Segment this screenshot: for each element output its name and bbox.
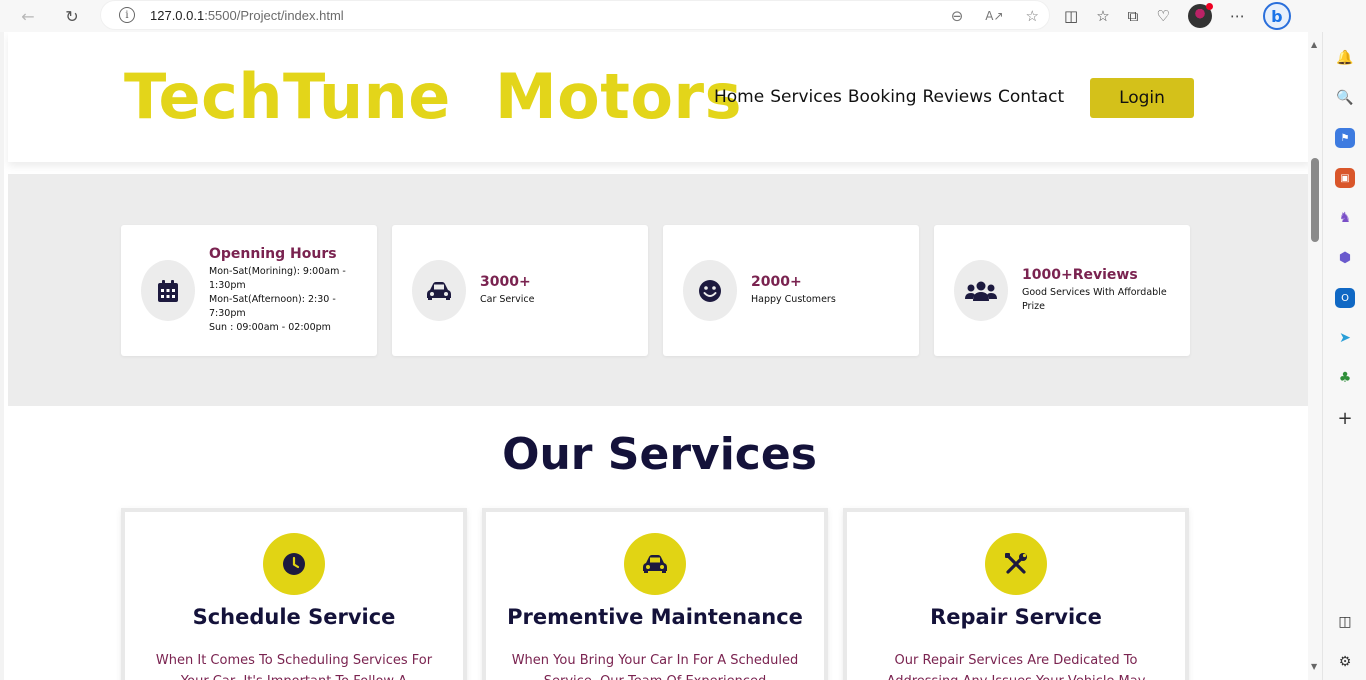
collections-icon[interactable]: ⧉ [1128, 7, 1139, 25]
nav-contact[interactable]: Contact [998, 87, 1064, 107]
login-button[interactable]: Login [1090, 78, 1194, 118]
stat-line: Mon-Sat(Afternoon): 2:30 - 7:30pm [209, 294, 336, 319]
scroll-thumb[interactable] [1311, 158, 1319, 242]
service-title: Repair Service [930, 605, 1102, 629]
favorite-star-icon[interactable]: ☆ [1026, 7, 1039, 25]
services-heading: Our Services [502, 429, 817, 480]
tools-icon [985, 533, 1047, 595]
service-description: When It Comes To Scheduling Services For… [155, 653, 433, 680]
car-icon [624, 533, 686, 595]
tools-briefcase-icon[interactable]: ▣ [1335, 168, 1355, 188]
clock-icon [263, 533, 325, 595]
site-info-icon[interactable]: i [119, 7, 135, 23]
stat-title: Openning Hours [209, 246, 337, 262]
scroll-up-arrow-icon[interactable]: ▲ [1311, 40, 1317, 49]
nav-booking[interactable]: Booking [848, 87, 917, 107]
stat-card-reviews: 1000+Reviews Good Services With Affordab… [934, 225, 1190, 356]
add-icon[interactable]: + [1335, 408, 1355, 429]
games-icon[interactable]: ♞ [1335, 208, 1355, 228]
stat-card-car-service: 3000+ Car Service [392, 225, 648, 356]
copilot-app-icon[interactable]: ⬢ [1335, 248, 1355, 268]
settings-gear-icon[interactable]: ⚙ [1335, 652, 1355, 672]
read-aloud-icon[interactable]: A↗ [985, 9, 1003, 23]
bell-icon[interactable]: 🔔 [1335, 48, 1355, 68]
page-viewport: TechTune Motors Home Services Booking Re… [0, 32, 1322, 680]
stat-line: Car Service [480, 294, 535, 305]
main-nav: Home Services Booking Reviews Contact [714, 87, 1064, 107]
copilot-icon[interactable]: b [1262, 2, 1291, 30]
scroll-down-arrow-icon[interactable]: ▼ [1311, 662, 1317, 671]
browser-toolbar: ← ↻ i 127.0.0.1:5500/Project/index.html … [0, 0, 1366, 32]
outlook-icon[interactable]: O [1335, 288, 1355, 308]
zoom-out-icon[interactable]: ⊖ [951, 7, 964, 25]
stat-title: 3000+ [480, 274, 531, 290]
url-text[interactable]: 127.0.0.1:5500/Project/index.html [150, 8, 344, 23]
stat-line: Sun : 09:00am - 02:00pm [209, 322, 331, 333]
more-menu-icon[interactable]: ⋯ [1230, 7, 1245, 25]
search-icon[interactable]: 🔍 [1335, 88, 1355, 108]
site-header: TechTune Motors Home Services Booking Re… [8, 32, 1311, 162]
service-title: Schedule Service [192, 605, 396, 629]
smile-icon [683, 260, 737, 321]
service-card-schedule[interactable]: Schedule Service When It Comes To Schedu… [121, 508, 467, 680]
favorites-icon[interactable]: ☆ [1096, 7, 1109, 25]
car-icon [412, 260, 466, 321]
stats-section: Openning Hours Mon-Sat(Morining): 9:00am… [8, 174, 1311, 406]
address-bar[interactable]: i 127.0.0.1:5500/Project/index.html ⊖ A↗… [100, 0, 1050, 30]
nav-reviews[interactable]: Reviews [923, 87, 993, 107]
sidebar-layout-icon[interactable]: ◫ [1335, 612, 1355, 632]
stat-line: Good Services With Affordable Prize [1022, 287, 1167, 312]
tree-icon[interactable]: ♣ [1335, 368, 1355, 388]
stat-line: Happy Customers [751, 294, 836, 305]
back-icon[interactable]: ← [13, 1, 43, 31]
reload-icon[interactable]: ↻ [57, 1, 87, 31]
shopping-tag-icon[interactable]: ⚑ [1335, 128, 1355, 148]
stat-line: Mon-Sat(Morining): 9:00am - 1:30pm [209, 266, 346, 291]
service-description: When You Bring Your Car In For A Schedul… [511, 653, 799, 680]
service-description: Our Repair Services Are Dedicated To Add… [887, 653, 1146, 680]
service-card-maintenance[interactable]: Prementive Maintenance When You Bring Yo… [482, 508, 828, 680]
service-card-repair[interactable]: Repair Service Our Repair Services Are D… [843, 508, 1189, 680]
service-title: Prementive Maintenance [507, 605, 803, 629]
page-scrollbar[interactable]: ▲ ▼ [1308, 32, 1322, 680]
browser-essentials-icon[interactable]: ♡ [1156, 7, 1169, 25]
calendar-icon [141, 260, 195, 321]
nav-services[interactable]: Services [770, 87, 842, 107]
brand-logo-text[interactable]: TechTune Motors [124, 60, 742, 133]
stat-card-hours: Openning Hours Mon-Sat(Morining): 9:00am… [121, 225, 377, 356]
stat-title: 1000+Reviews [1022, 267, 1138, 283]
profile-avatar[interactable] [1187, 3, 1213, 28]
stat-card-customers: 2000+ Happy Customers [663, 225, 919, 356]
edge-sidebar: 🔔 🔍 ⚑ ▣ ♞ ⬢ O ➤ ♣ + ◫ ⚙ [1322, 32, 1366, 680]
users-icon [954, 260, 1008, 321]
stat-title: 2000+ [751, 274, 802, 290]
send-icon[interactable]: ➤ [1335, 328, 1355, 348]
nav-home[interactable]: Home [714, 87, 764, 107]
split-screen-icon[interactable]: ◫ [1064, 7, 1078, 25]
